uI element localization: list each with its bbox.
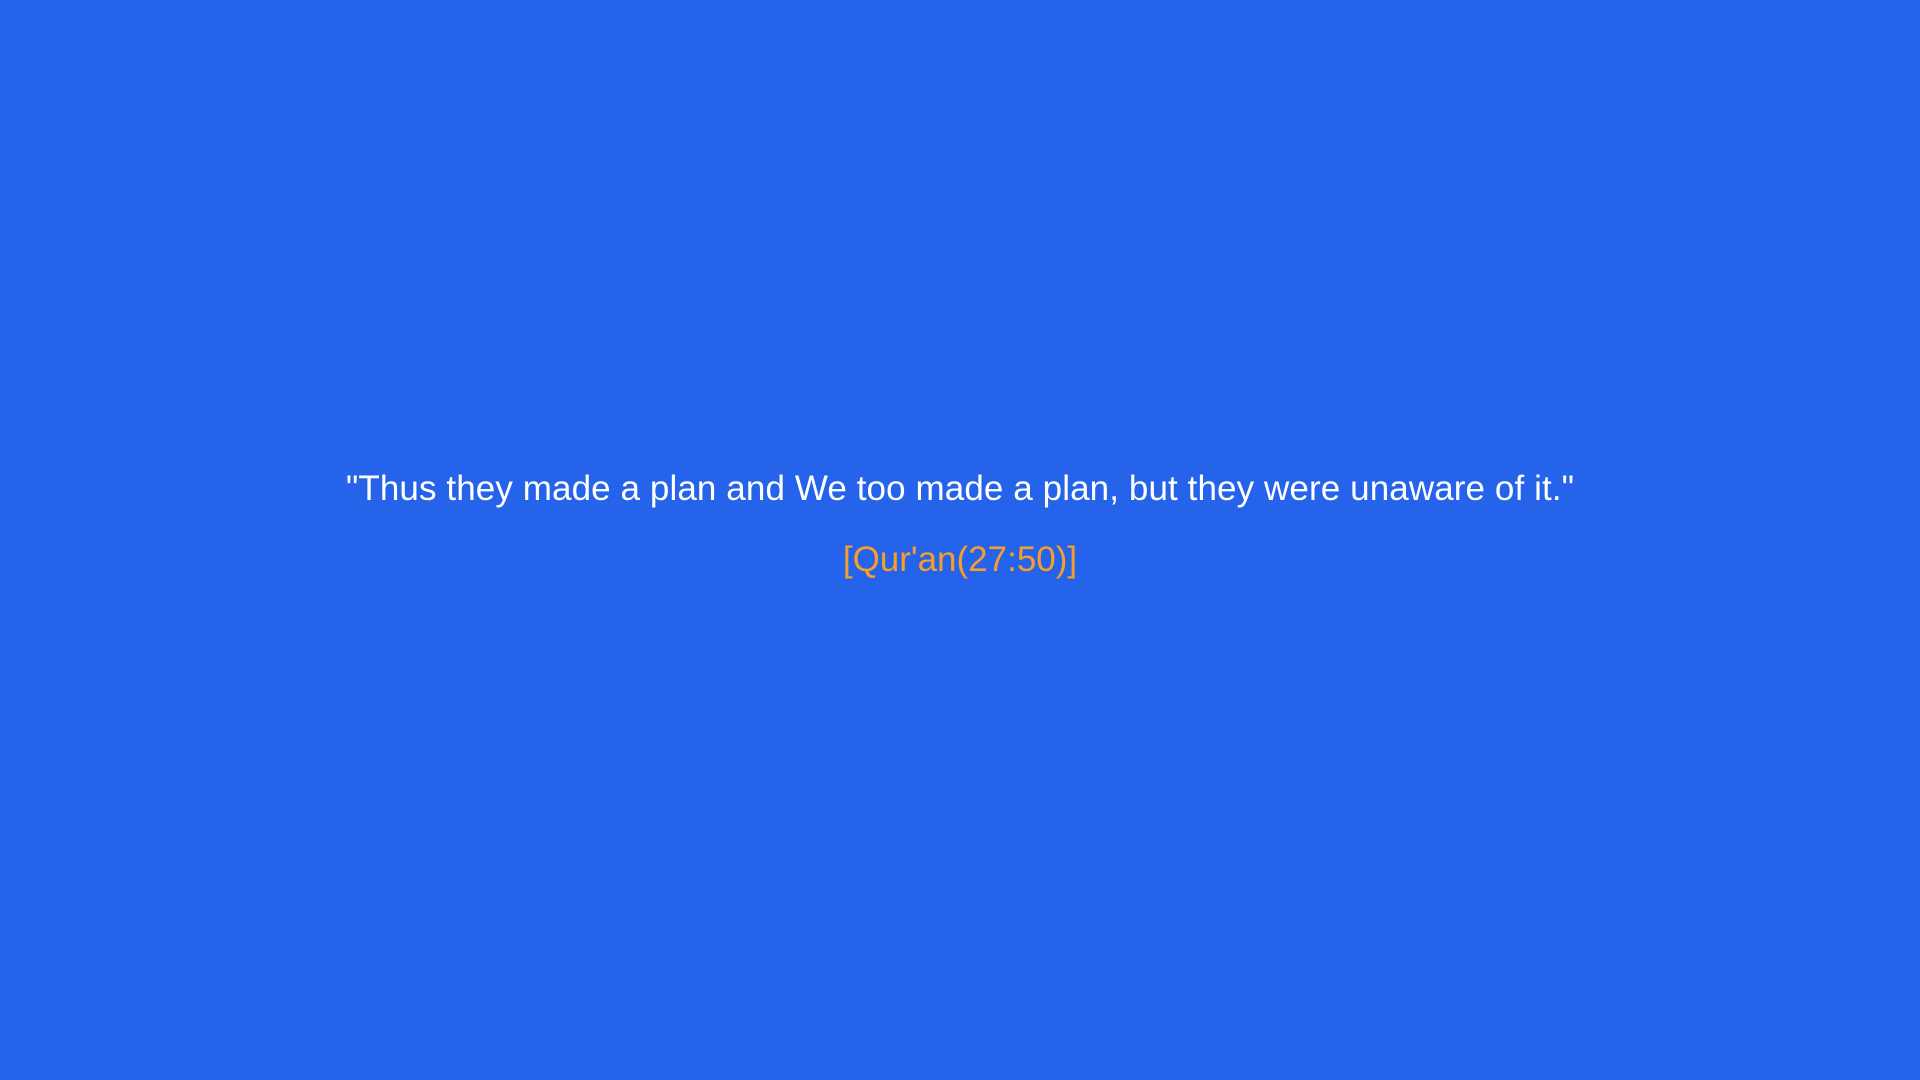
quote-slide: "Thus they made a plan and We too made a…: [0, 0, 1920, 1080]
quote-block: "Thus they made a plan and We too made a…: [0, 465, 1920, 584]
quote-source: [Qur'an(27:50)]: [842, 540, 1078, 579]
quote-text: "Thus they made a plan and We too made a…: [345, 469, 1575, 508]
